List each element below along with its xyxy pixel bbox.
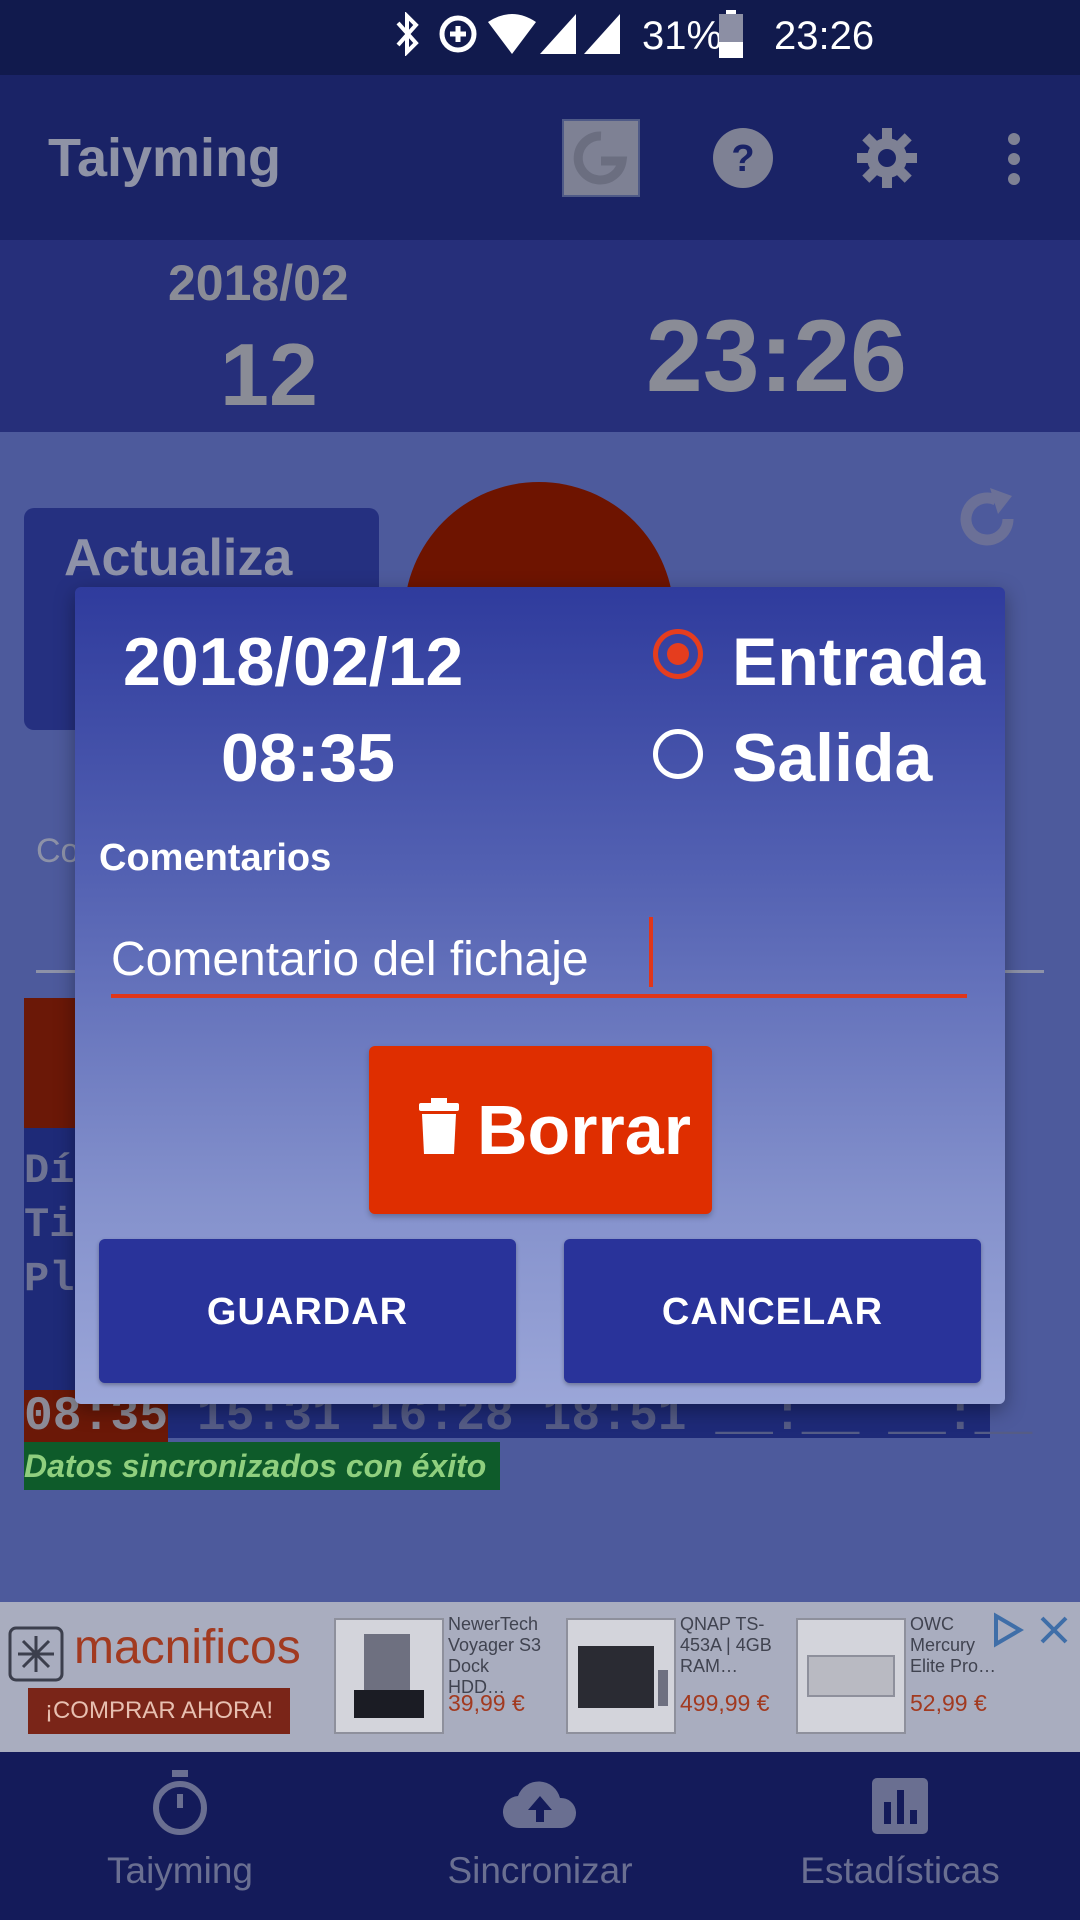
app-bar: Taiyming ?	[0, 75, 1080, 240]
dialog-time[interactable]: 08:35	[221, 719, 395, 797]
row-label: Pl	[24, 1255, 75, 1303]
ad-close-icon[interactable]	[1038, 1614, 1070, 1646]
nas-icon	[578, 1646, 668, 1708]
header-clock: 23:26	[646, 299, 907, 413]
sync-status-message: Datos sincronizados con éxito	[24, 1442, 500, 1490]
header-year-month: 2018/02	[168, 255, 349, 311]
status-time: 23:26	[774, 14, 875, 58]
battery-icon	[719, 10, 743, 58]
trash-icon	[419, 1098, 459, 1154]
wifi-icon	[488, 14, 536, 54]
signal-icon-2	[584, 14, 620, 54]
google-icon	[573, 131, 628, 185]
save-button[interactable]: GUARDAR	[99, 1239, 516, 1383]
google-sign-in-button[interactable]	[562, 119, 640, 197]
ad-brand: macnificos	[74, 1621, 301, 1674]
delete-button[interactable]: Borrar	[369, 1046, 712, 1214]
ad-product-price: 499,99 €	[680, 1690, 770, 1716]
bar-chart-icon	[872, 1778, 928, 1834]
save-button-label: GUARDAR	[206, 1291, 409, 1333]
comments-input-underline	[111, 994, 967, 998]
delete-button-label: Borrar	[477, 1091, 691, 1169]
ad-banner[interactable]: macnificos ¡COMPRAR AHORA! NewerTech Voy…	[0, 1602, 1080, 1752]
ad-product-name: QNAP TS-453A | 4GB RAM…	[680, 1614, 772, 1676]
cancel-button[interactable]: CANCELAR	[564, 1239, 981, 1383]
nav-label: Sincronizar	[447, 1850, 633, 1891]
status-bar: 31% 23:26	[0, 0, 1080, 75]
svg-text:?: ?	[731, 138, 754, 180]
comments-label: Comentarios	[99, 837, 332, 879]
ad-product-image[interactable]	[566, 1618, 676, 1734]
nav-label: Taiyming	[107, 1850, 253, 1891]
update-button-label: Actualiza	[64, 529, 293, 587]
comments-input[interactable]	[111, 919, 967, 999]
overflow-menu-icon[interactable]	[1006, 131, 1022, 187]
radio-entrada[interactable]	[653, 629, 703, 679]
settings-gear-icon[interactable]	[856, 127, 918, 189]
ad-product-image[interactable]	[796, 1618, 906, 1734]
radio-salida-label[interactable]: Salida	[732, 719, 932, 797]
ad-product-price: 52,99 €	[910, 1690, 987, 1716]
refresh-icon[interactable]	[952, 484, 1022, 554]
ad-choices-icon[interactable]	[990, 1612, 1026, 1648]
stopwatch-icon	[153, 1770, 207, 1835]
edit-entry-dialog: 2018/02/12 08:35 Entrada Salida Comentar…	[75, 587, 1005, 1404]
ad-product-image[interactable]	[334, 1618, 444, 1734]
bluetooth-icon	[396, 12, 419, 56]
hdd-dock-icon	[354, 1634, 424, 1718]
signal-icon	[540, 14, 576, 54]
ad-buy-now-button[interactable]: ¡COMPRAR AHORA!	[28, 1688, 290, 1734]
cancel-button-label: CANCELAR	[661, 1291, 884, 1333]
radio-entrada-label[interactable]: Entrada	[732, 623, 985, 701]
bottom-navigation: Taiyming Sincronizar Estadísticas	[0, 1752, 1080, 1920]
text-cursor	[649, 917, 653, 987]
header-day: 12	[220, 325, 318, 424]
nav-item-sincronizar[interactable]: Sincronizar	[360, 1752, 720, 1920]
nav-item-taiyming[interactable]: Taiyming	[0, 1752, 360, 1920]
battery-percent: 31%	[642, 14, 723, 58]
ad-product-name: NewerTech Voyager S3 Dock HDD…	[448, 1614, 542, 1697]
nav-item-estadisticas[interactable]: Estadísticas	[720, 1752, 1080, 1920]
data-saver-icon	[439, 15, 477, 53]
cloud-upload-icon	[502, 1781, 577, 1829]
comments-label-background: Co	[36, 832, 80, 870]
row-label: Dí	[24, 1147, 75, 1195]
app-title: Taiyming	[48, 128, 282, 188]
macnificos-logo-icon	[8, 1626, 64, 1682]
ad-product-price: 39,99 €	[448, 1690, 525, 1716]
row-label: Ti	[24, 1201, 75, 1249]
help-icon[interactable]: ?	[712, 127, 774, 189]
radio-selected-dot	[667, 643, 689, 665]
dialog-date[interactable]: 2018/02/12	[123, 623, 463, 701]
nav-label: Estadísticas	[800, 1850, 1000, 1891]
drive-enclosure-icon	[807, 1655, 895, 1697]
radio-salida[interactable]	[653, 729, 703, 779]
date-time-header: 2018/02 12 23:26	[0, 240, 1080, 432]
